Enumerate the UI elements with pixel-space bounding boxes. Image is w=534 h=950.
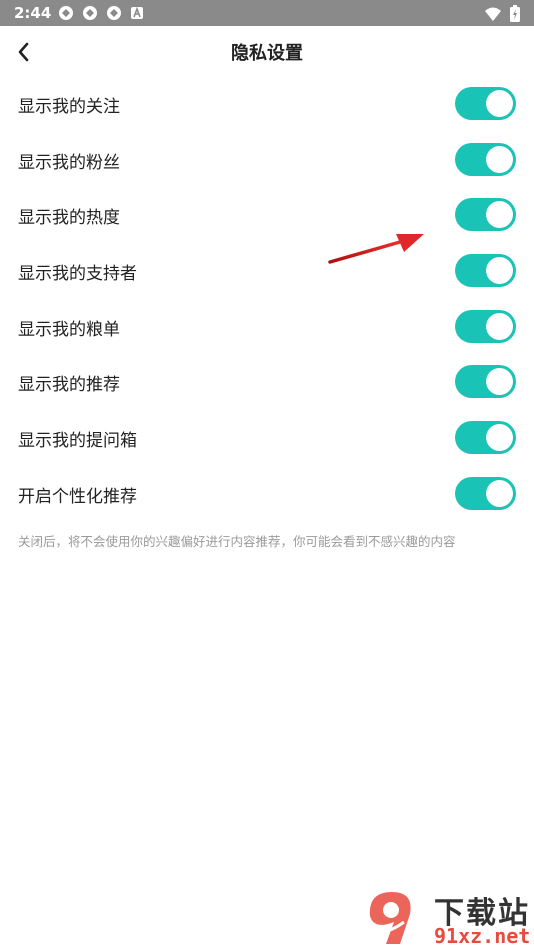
- status-right: [484, 5, 520, 26]
- toggle-knob: [486, 312, 513, 340]
- setting-row-recommendations: 显示我的推荐: [0, 354, 534, 410]
- setting-label: 显示我的推荐: [18, 375, 120, 396]
- toggle-knob: [486, 145, 513, 173]
- wifi-icon: [484, 6, 502, 26]
- watermark: 下载站 91xz.net: [360, 886, 530, 948]
- toggle-switch[interactable]: [455, 421, 516, 455]
- a-icon: [130, 6, 144, 20]
- status-bar: 2:44: [0, 0, 534, 26]
- setting-row-follows: 显示我的关注: [0, 76, 534, 132]
- setting-label: 开启个性化推荐: [18, 486, 137, 507]
- personalization-hint: 关闭后，将不会使用你的兴趣偏好进行内容推荐，你可能会看到不感兴趣的内容: [18, 534, 456, 549]
- toggle-switch[interactable]: [455, 254, 516, 288]
- notification-icons: [58, 5, 144, 21]
- app-icon: [106, 5, 122, 21]
- setting-row-fans: 显示我的粉丝: [0, 132, 534, 188]
- toggle-switch[interactable]: [455, 365, 516, 399]
- watermark-logo-icon: [361, 892, 411, 944]
- settings-list: 显示我的关注 显示我的粉丝 显示我的热度 显示我的支持者 显示我的粮单 显示我的…: [0, 76, 534, 522]
- setting-label: 显示我的粉丝: [18, 152, 120, 173]
- toggle-switch[interactable]: [455, 476, 516, 510]
- app-icon: [82, 5, 98, 21]
- setting-label: 显示我的粮单: [18, 319, 120, 340]
- setting-label: 显示我的关注: [18, 97, 120, 117]
- setting-label: 显示我的提问箱: [18, 431, 137, 452]
- setting-label: 显示我的热度: [18, 208, 120, 229]
- toggle-knob: [486, 201, 513, 229]
- toggle-knob: [486, 424, 513, 452]
- toggle-knob: [486, 90, 513, 117]
- watermark-url: 91xz.net: [434, 924, 531, 948]
- toggle-knob: [486, 368, 513, 396]
- toggle-switch[interactable]: [455, 198, 516, 232]
- toggle-switch[interactable]: [455, 87, 516, 120]
- setting-row-personalized: 开启个性化推荐: [0, 466, 534, 522]
- status-time: 2:44: [14, 4, 52, 22]
- app-icon: [58, 5, 74, 21]
- toggle-switch[interactable]: [455, 309, 516, 343]
- annotation-arrow-icon: [328, 234, 424, 264]
- nav-bar: 隐私设置: [0, 26, 534, 78]
- battery-icon: [510, 5, 520, 26]
- setting-row-supporters: 显示我的支持者: [0, 243, 534, 299]
- setting-label: 显示我的支持者: [18, 264, 137, 285]
- setting-row-food-list: 显示我的粮单: [0, 299, 534, 355]
- toggle-switch[interactable]: [455, 142, 516, 176]
- toggle-knob: [486, 479, 513, 507]
- page-title: 隐私设置: [231, 43, 303, 64]
- setting-row-question-box: 显示我的提问箱: [0, 410, 534, 466]
- setting-row-heat: 显示我的热度: [0, 187, 534, 243]
- toggle-knob: [486, 257, 513, 285]
